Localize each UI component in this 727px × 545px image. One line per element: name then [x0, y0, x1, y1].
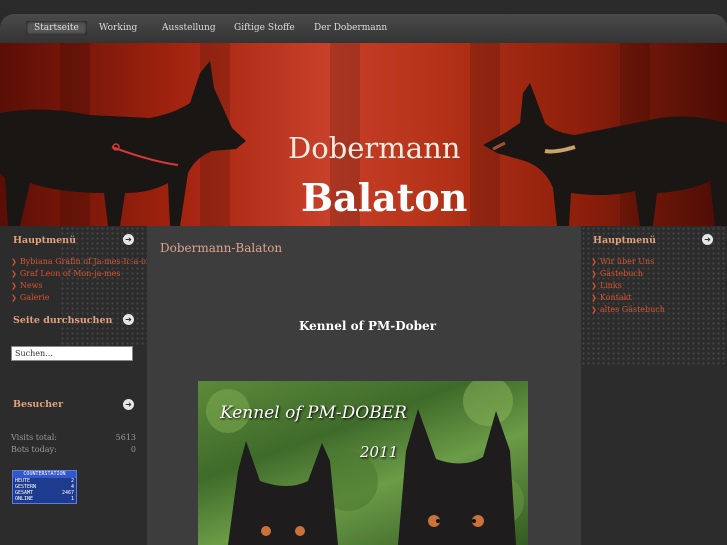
right-menu-item[interactable]: ❯ Links	[591, 280, 665, 292]
header-banner: Dobermann Balaton	[0, 43, 727, 226]
left-menu-item[interactable]: ❯ Bybiana Grafin of Ja-mes-Ic-a-on	[11, 256, 151, 268]
counter-widget[interactable]: COUNTERSTATION HEUTE 2 GESTERN 4 GESAMT 246…	[12, 470, 77, 504]
bots-today-value: 0	[130, 445, 136, 454]
visits-total-value: 5613	[115, 433, 136, 442]
arrow-right-icon[interactable]: ➜	[123, 234, 134, 245]
top-navigation: Startseite Working Ausstellung Giftige S…	[0, 14, 727, 44]
banner-title-line2: Balaton	[301, 175, 468, 220]
visits-total-label: Visits total:	[11, 433, 57, 442]
dobermann-left-image	[0, 61, 246, 226]
left-menu-item[interactable]: ❯ News	[11, 280, 151, 292]
right-menu-item[interactable]: ❯ Kontakt	[591, 292, 665, 304]
right-menu-item[interactable]: ❯ altes Gästebuch	[591, 304, 665, 316]
nav-giftige-stoffe[interactable]: Giftige Stoffe	[234, 23, 295, 33]
nav-working[interactable]: Working	[99, 23, 137, 33]
right-menu-item[interactable]: ❯ Gästebuch	[591, 268, 665, 280]
counter-row: ONLINE 1	[15, 496, 74, 502]
kennel-photo: Kennel of PM-DOBER 2011	[198, 381, 528, 545]
right-main-menu: ❯ Wir über Uns ❯ Gästebuch ❯ Links ❯ Kontakt…	[591, 256, 665, 316]
nav-ausstellung[interactable]: Ausstellung	[162, 23, 216, 33]
search-input[interactable]: Suchen...	[11, 346, 133, 361]
left-menu-item[interactable]: ❯ Galerie	[11, 292, 151, 304]
counter-title: COUNTERSTATION	[13, 471, 76, 478]
page-title: Dobermann-Balaton	[160, 241, 283, 255]
right-menu-item[interactable]: ❯ Wir über Uns	[591, 256, 665, 268]
arrow-right-icon[interactable]: ➜	[702, 234, 713, 245]
nav-der-dobermann[interactable]: Der Dobermann	[314, 23, 387, 33]
arrow-right-icon[interactable]: ➜	[123, 314, 134, 325]
bots-today-label: Bots today:	[11, 445, 57, 454]
photo-caption-year: 2011	[360, 443, 399, 461]
right-menu-title: Hauptmenü	[593, 235, 656, 246]
nav-startseite[interactable]: Startseite	[26, 21, 87, 35]
arrow-right-icon[interactable]: ➜	[123, 399, 134, 410]
banner-title-line1: Dobermann	[288, 131, 461, 165]
left-main-menu: ❯ Bybiana Grafin of Ja-mes-Ic-a-on ❯ Graf …	[11, 256, 151, 304]
kennel-heading: Kennel of PM-Dober	[299, 319, 437, 333]
search-module-title: Seite durchsuchen	[13, 315, 113, 326]
photo-caption-title: Kennel of PM-DOBER	[220, 403, 407, 423]
dobermann-right-image	[483, 83, 727, 226]
left-menu-title: Hauptmenü	[13, 235, 76, 246]
left-menu-item[interactable]: ❯ Graf Leon of Mon-ja-mes	[11, 268, 151, 280]
visitors-module-title: Besucher	[13, 399, 64, 410]
